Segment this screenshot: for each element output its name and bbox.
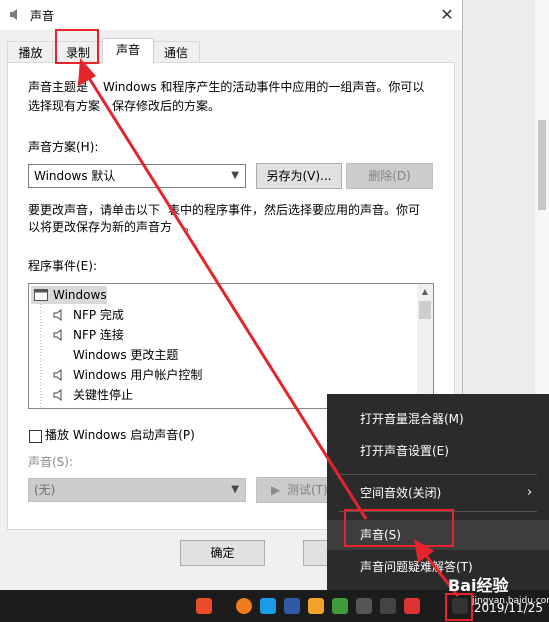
list-item[interactable]: 关键性停止 [73, 386, 133, 404]
menu-item-label: 打开声音设置(E) [360, 444, 449, 458]
ok-button[interactable]: 确定 [180, 540, 265, 566]
intro-text-1b: Windows 和程序产生的活动事件中应用的一组声音。你可以 [103, 80, 425, 94]
sogou-input-icon[interactable] [196, 598, 212, 614]
watermark-url: jingyan.baidu.com [472, 596, 549, 606]
context-menu: 打开音量混合器(M) 打开声音设置(E) 空间音效(关闭) › 声音(S) 声音… [327, 394, 549, 590]
speaker-icon [53, 309, 62, 321]
instructions-text-1b: 表中的程序事件，然后选择要应用的声音。你可 [168, 203, 421, 217]
speaker-icon [53, 329, 62, 341]
tab-playback[interactable]: 播放 [7, 41, 54, 64]
menu-item-volume-mixer[interactable]: 打开音量混合器(M) [327, 404, 549, 434]
chevron-right-icon: › [527, 485, 533, 500]
test-button[interactable]: ▶ 测试(T) [256, 477, 332, 503]
menu-item-sound-settings[interactable]: 打开声音设置(E) [327, 436, 549, 466]
menu-divider [339, 474, 537, 475]
scheme-combo[interactable]: Windows 默认 ▼ [28, 164, 246, 188]
play-icon: ▶ [271, 483, 281, 497]
highlight-recording-tab [55, 29, 99, 64]
chevron-down-icon: ▼ [231, 484, 239, 495]
startup-sound-checkbox[interactable] [29, 430, 42, 443]
intro-text-2b: 保存修改后的方案。 [112, 99, 221, 113]
close-button[interactable]: ✕ [432, 0, 462, 30]
events-scroll-thumb[interactable] [419, 301, 431, 319]
window-title: 声音 [30, 9, 55, 23]
chevron-down-icon: ▼ [231, 170, 239, 181]
highlight-volume-icon [445, 593, 473, 621]
program-events-list[interactable]: Windows NFP 完成 NFP 连接 Windows 更改主题 Windo… [28, 283, 434, 409]
list-item[interactable]: Windows 用户帐户控制 [73, 366, 202, 384]
cloud-icon[interactable] [380, 598, 396, 614]
scheme-value: Windows 默认 [34, 169, 116, 183]
sound-label: 声音(S): [28, 455, 74, 469]
sound-value: (无) [34, 483, 56, 497]
network-icon[interactable] [356, 598, 372, 614]
instructions-text-2b: 。 [184, 220, 197, 234]
intro-text-1a: 声音主题是 [28, 80, 89, 94]
events-label: 程序事件(E): [28, 259, 97, 273]
menu-item-label: 打开音量混合器(M) [360, 412, 464, 426]
highlight-sounds-menu-item [344, 509, 454, 547]
intro-text-2a: 选择现有方案 [28, 99, 101, 113]
list-item[interactable]: Windows 更改主题 [73, 346, 178, 364]
app-icon[interactable] [308, 598, 324, 614]
menu-item-label: 空间音效(关闭) [360, 486, 442, 500]
speaker-icon [53, 369, 62, 381]
tab-sounds[interactable]: 声音 [102, 38, 154, 64]
menu-item-spatial-sound[interactable]: 空间音效(关闭) › [327, 478, 549, 508]
speaker-icon [10, 9, 17, 20]
app-icon[interactable] [284, 598, 300, 614]
title-bar: 声音 ✕ [0, 0, 462, 30]
sound-combo[interactable]: (无) ▼ [28, 478, 246, 502]
app-icon[interactable] [332, 598, 348, 614]
delete-button[interactable]: 删除(D) [346, 163, 433, 189]
background-scroll-thumb[interactable] [538, 120, 546, 210]
scheme-label: 声音方案(H): [28, 140, 99, 154]
list-item[interactable]: NFP 完成 [73, 306, 124, 324]
list-item[interactable]: NFP 连接 [73, 326, 124, 344]
save-as-button[interactable]: 另存为(V)... [256, 163, 342, 189]
qq-icon[interactable] [404, 598, 420, 614]
tab-communications[interactable]: 通信 [152, 41, 200, 64]
scroll-up-icon[interactable]: ▲ [417, 284, 433, 300]
teamviewer-icon[interactable] [260, 598, 276, 614]
instructions-text-2a: 以将更改保存为新的声音方 [28, 220, 173, 234]
startup-sound-label: 播放 Windows 启动声音(P) [45, 428, 195, 442]
watermark: Bai经验 [448, 576, 509, 595]
speaker-icon [53, 389, 62, 401]
browser-icon[interactable] [236, 598, 252, 614]
menu-item-troubleshoot[interactable]: 声音问题疑难解答(T) [327, 552, 549, 582]
test-label: 测试(T) [287, 483, 328, 497]
events-scrollbar[interactable]: ▲ ▼ [417, 284, 433, 408]
